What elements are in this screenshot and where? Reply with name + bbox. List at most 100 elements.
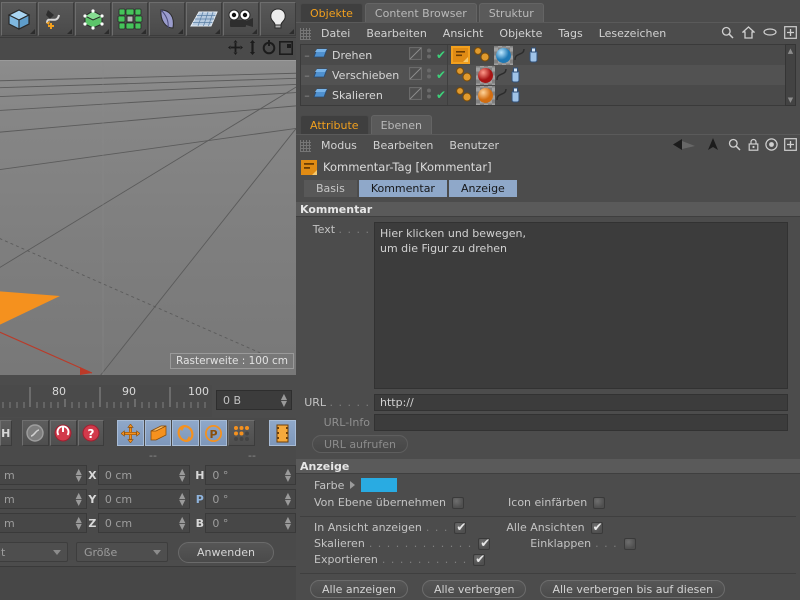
subtab-basis[interactable]: Basis [304, 179, 357, 197]
position-spinner-z[interactable]: ▲ ▼ [179, 516, 185, 531]
rotate-view-icon[interactable] [262, 40, 276, 58]
url-input[interactable]: http:// [374, 394, 788, 411]
rotation-field-p[interactable]: 0 ° ▲ ▼ [205, 489, 296, 509]
menu-ansicht[interactable]: Ansicht [435, 27, 492, 40]
object-tree[interactable]: – Drehen ✔ – Verschieben ✔ – Skalieren ✔ [300, 44, 787, 106]
move-tool-icon[interactable] [116, 420, 144, 446]
einklappen-checkbox[interactable] [623, 537, 636, 550]
skalieren-checkbox[interactable] [478, 536, 490, 550]
null-object-icon[interactable] [313, 88, 328, 102]
axis-lock-icon[interactable] [22, 420, 49, 446]
lock-icon[interactable] [745, 138, 762, 154]
tab-ebenen[interactable]: Ebenen [370, 115, 432, 134]
menu-lesezeichen[interactable]: Lesezeichen [591, 27, 675, 40]
menu-objekte[interactable]: Objekte [491, 27, 550, 40]
alle-anzeigen-button[interactable]: Alle anzeigen [310, 580, 408, 598]
parametric-tool-icon[interactable]: P [200, 420, 228, 446]
table-row[interactable]: – Skalieren ✔ [301, 85, 786, 105]
rotate-tool-icon[interactable] [172, 420, 200, 446]
exportieren-checkbox[interactable] [473, 552, 485, 566]
tab-struktur[interactable]: Struktur [478, 3, 544, 22]
xpresso-small-icon[interactable] [453, 65, 475, 85]
plus-box-icon[interactable] [781, 25, 800, 42]
size-spinner-x[interactable]: ▲ ▼ [76, 468, 82, 483]
object-tree-scrollbar[interactable]: ▲ ▼ [785, 44, 796, 106]
rotation-spinner-p[interactable]: ▲ ▼ [285, 492, 291, 507]
xpresso-small-icon[interactable] [471, 45, 493, 65]
red-sphere-icon[interactable] [476, 65, 495, 85]
array-icon[interactable] [112, 1, 148, 36]
search-icon[interactable] [717, 26, 738, 42]
target-icon[interactable] [762, 137, 781, 154]
viewport-3d[interactable]: Rasterweite : 100 cm [0, 60, 296, 375]
drag-grip-icon[interactable] [300, 27, 311, 40]
move-view-icon[interactable] [228, 40, 243, 58]
tab-objekte[interactable]: Objekte [300, 3, 363, 22]
size-field-y[interactable]: m ▲ ▼ [0, 489, 87, 509]
mograph-curve-icon[interactable] [514, 47, 527, 63]
size-field-z[interactable]: m ▲ ▼ [0, 513, 87, 533]
back-arrow-icon[interactable] [668, 138, 702, 154]
von-ebene-uebernehmen-checkbox[interactable] [452, 496, 465, 509]
menu-datei[interactable]: Datei [313, 27, 358, 40]
enable-axis-icon[interactable] [49, 420, 77, 446]
menu-bearbeiten[interactable]: Bearbeiten [365, 139, 441, 152]
drag-grip-icon[interactable] [300, 139, 311, 152]
frame-field[interactable]: 0 B ▲ ▼ [216, 390, 292, 410]
mograph-curve-icon[interactable] [496, 87, 509, 103]
expand-arrow-icon[interactable] [350, 481, 356, 489]
orange-sphere-icon[interactable] [476, 85, 495, 105]
render-toggle-icon[interactable] [409, 87, 422, 103]
points-tool-icon[interactable] [228, 420, 255, 446]
apply-button[interactable]: Anwenden [178, 541, 274, 563]
rotation-field-h[interactable]: 0 ° ▲ ▼ [205, 465, 296, 485]
floor-grid-icon[interactable] [186, 1, 222, 36]
view-layout-icon[interactable] [279, 40, 293, 58]
menu-modus[interactable]: Modus [313, 139, 365, 152]
color-swatch[interactable] [361, 478, 398, 492]
size-spinner-z[interactable]: ▲ ▼ [76, 516, 82, 531]
render-toggle-icon[interactable] [409, 67, 422, 83]
visibility-dots-icon[interactable] [426, 87, 432, 103]
menu-bearbeiten[interactable]: Bearbeiten [358, 27, 434, 40]
deformer-icon[interactable] [149, 1, 185, 36]
in-ansicht-anzeigen-checkbox[interactable] [454, 520, 466, 534]
tab-content-browser[interactable]: Content Browser [364, 3, 477, 22]
visibility-dots-icon[interactable] [426, 47, 432, 63]
table-row[interactable]: – Verschieben ✔ [301, 65, 786, 85]
coord-mode-dropdown[interactable]: lt [0, 542, 68, 562]
xpresso-small-icon[interactable] [453, 85, 475, 105]
position-spinner-x[interactable]: ▲ ▼ [179, 468, 185, 483]
mograph-curve-icon[interactable] [496, 67, 509, 83]
table-row[interactable]: – Drehen ✔ [301, 45, 786, 65]
toolbar-edge-icon[interactable]: H [0, 420, 12, 446]
home-icon[interactable] [738, 25, 759, 42]
texture-axis-icon[interactable] [269, 420, 297, 446]
size-mode-dropdown[interactable]: Größe [76, 542, 168, 562]
icon-einfaerben-checkbox[interactable] [593, 496, 606, 509]
menu-benutzer[interactable]: Benutzer [441, 139, 507, 152]
render-toggle-icon[interactable] [409, 47, 422, 63]
position-field-y[interactable]: 0 cm ▲ ▼ [97, 489, 191, 509]
alle-ansichten-checkbox[interactable] [590, 520, 603, 534]
frame-spinner[interactable]: ▲ ▼ [281, 393, 287, 408]
blue-capsule-icon[interactable] [510, 67, 521, 83]
search-icon[interactable] [724, 138, 745, 154]
position-field-x[interactable]: 0 cm ▲ ▼ [97, 465, 191, 485]
timeline-ruler[interactable]: 80 90 100 [0, 385, 212, 417]
rotation-field-b[interactable]: 0 ° ▲ ▼ [205, 513, 296, 533]
up-arrow-icon[interactable] [702, 137, 724, 154]
enabled-check-icon[interactable]: ✔ [436, 48, 446, 62]
camera-icon[interactable] [223, 1, 259, 36]
visibility-dots-icon[interactable] [426, 67, 432, 83]
menu-tags[interactable]: Tags [550, 27, 590, 40]
light-bulb-icon[interactable] [260, 1, 296, 36]
dolly-view-icon[interactable] [246, 40, 259, 58]
null-object-icon[interactable] [313, 68, 328, 82]
cube-icon[interactable] [1, 1, 37, 36]
alle-verbergen-bis-auf-diesen-button[interactable]: Alle verbergen bis auf diesen [540, 580, 726, 598]
spline-pen-icon[interactable] [38, 1, 74, 36]
scroll-down-arrow-icon[interactable]: ▼ [786, 94, 795, 105]
plus-box-icon[interactable] [781, 137, 800, 154]
subtab-kommentar[interactable]: Kommentar [358, 179, 447, 197]
